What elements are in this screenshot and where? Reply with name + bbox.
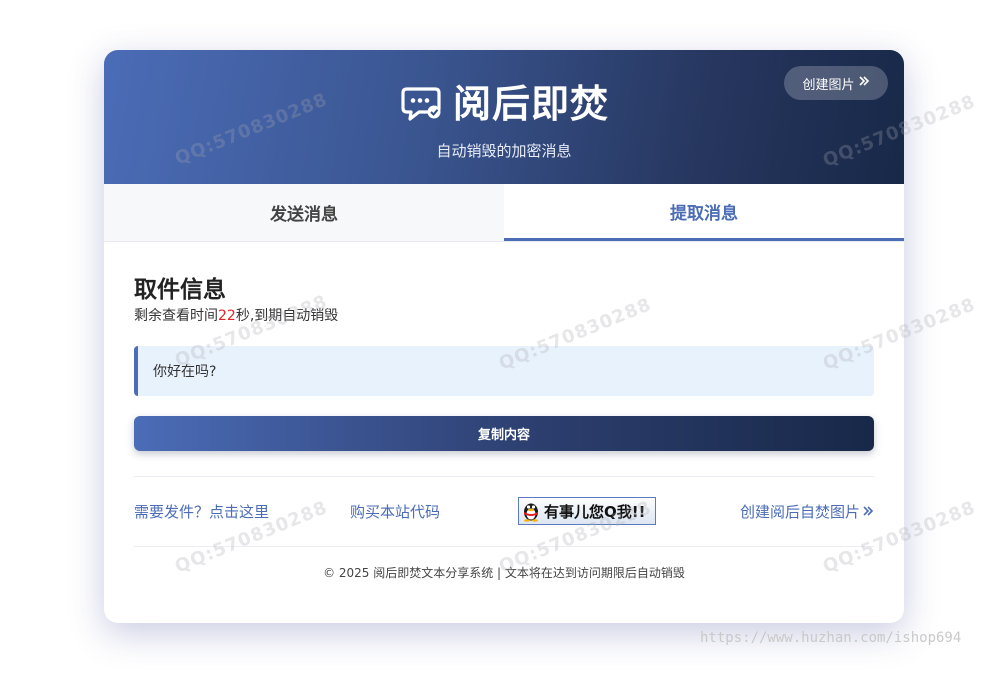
message-content: 你好在吗? [134,346,874,396]
section-title: 取件信息 [134,277,226,303]
buy-code-link[interactable]: 购买本站代码 [350,501,440,522]
countdown-seconds: 22 [218,308,236,324]
divider [134,546,874,547]
main-card: 阅后即焚 自动销毁的加密消息 创建图片 发送消息 提取消息 取件信息 剩余查看时… [104,50,904,623]
double-chevron-right-icon [862,503,874,521]
copy-content-button[interactable]: 复制内容 [134,416,874,451]
remaining-suffix: 秒,到期自动销毁 [235,308,339,324]
app-subtitle: 自动销毁的加密消息 [436,142,572,160]
links-row: 需要发件？点击这里 购买本站代码 有事儿您Q我!! 创建阅后自焚图片 [134,477,874,546]
send-file-link[interactable]: 需要发件？点击这里 [134,501,269,522]
chat-bubble-icon [399,84,443,124]
footer-text: © 2025 阅后即焚文本分享系统 | 文本将在达到访问期限后自动销毁 [323,566,685,580]
create-image-button[interactable]: 创建图片 [784,66,888,100]
create-burn-image-link[interactable]: 创建阅后自焚图片 [740,501,874,522]
tab-retrieve-message[interactable]: 提取消息 [504,184,904,241]
create-image-label: 创建图片 [802,77,855,93]
site-url-watermark: https://www.huzhan.com/ishop694 [700,630,962,646]
remaining-prefix: 剩余查看时间 [134,308,218,324]
header: 阅后即焚 自动销毁的加密消息 创建图片 [104,50,904,184]
qq-contact-badge[interactable]: 有事儿您Q我!! [518,497,656,525]
content: 取件信息 剩余查看时间22秒,到期自动销毁 你好在吗? 复制内容 需要发件？点击… [104,275,904,581]
tab-send-message[interactable]: 发送消息 [104,184,504,241]
qq-badge-label: 有事儿您Q我!! [544,502,646,521]
create-burn-image-label: 创建阅后自焚图片 [739,503,860,521]
tab-bar: 发送消息 提取消息 [104,184,904,242]
remaining-time: 剩余查看时间22秒,到期自动销毁 [134,307,874,325]
app-title: 阅后即焚 [452,82,609,126]
double-chevron-right-icon [858,75,870,91]
qq-penguin-icon [521,500,541,522]
